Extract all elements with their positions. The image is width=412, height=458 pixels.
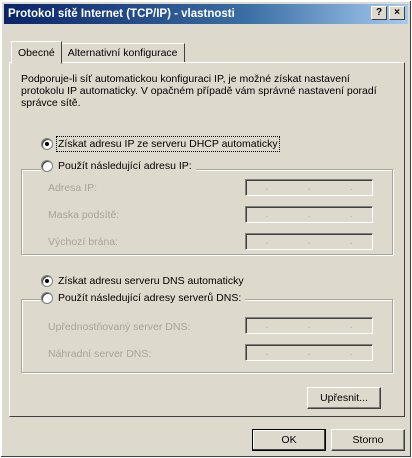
tab-general[interactable]: Obecné	[11, 41, 62, 64]
preferred-dns-label: Upřednostňovaný server DNS:	[48, 321, 191, 333]
radio-selected-dot	[45, 142, 49, 146]
description-text: Podporuje-li síť automatickou konfigurac…	[21, 73, 377, 109]
dns-manual-radio[interactable]	[41, 292, 53, 304]
help-button[interactable]: ?	[371, 6, 387, 20]
ip-address-field[interactable]: ...	[245, 179, 373, 196]
ip-separator: .	[265, 182, 269, 193]
ip-separator: .	[307, 182, 311, 193]
default-gateway-field[interactable]: ...	[245, 233, 373, 250]
ip-auto-label: Získat adresu IP ze serveru DHCP automat…	[56, 136, 280, 152]
tab-strip: Obecné Alternativní konfigurace	[11, 41, 185, 64]
ip-separator: .	[265, 347, 269, 358]
alternate-dns-field[interactable]: ...	[245, 344, 373, 361]
ip-separator: .	[349, 182, 353, 193]
ip-separator: .	[349, 209, 353, 220]
dns-auto-option[interactable]: Získat adresu serveru DNS automaticky	[41, 275, 244, 287]
ip-separator: .	[307, 320, 311, 331]
ip-manual-radio[interactable]	[41, 160, 53, 172]
close-button[interactable]: ×	[389, 6, 405, 20]
dns-auto-label: Získat adresu serveru DNS automaticky	[58, 275, 244, 287]
ip-auto-option[interactable]: Získat adresu IP ze serveru DHCP automat…	[41, 136, 280, 152]
ip-separator: .	[349, 236, 353, 247]
ip-separator: .	[265, 209, 269, 220]
title-bar[interactable]: Protokol sítě Internet (TCP/IP) - vlastn…	[4, 4, 408, 24]
subnet-mask-label: Maska podsítě:	[48, 209, 120, 221]
tab-alternate-configuration[interactable]: Alternativní konfigurace	[60, 43, 185, 63]
ok-button[interactable]: OK	[252, 429, 326, 451]
preferred-dns-field[interactable]: ...	[245, 317, 373, 334]
tab-general-label: Obecné	[18, 46, 55, 59]
ip-manual-option[interactable]: Použít následující adresu IP:	[41, 160, 196, 172]
dns-manual-option[interactable]: Použít následující adresy serverů DNS:	[41, 292, 246, 304]
default-gateway-label: Výchozí brána:	[48, 236, 119, 248]
ip-separator: .	[265, 320, 269, 331]
ip-separator: .	[265, 236, 269, 247]
ip-manual-label: Použít následující adresu IP:	[58, 160, 192, 172]
dialog-window: Protokol sítě Internet (TCP/IP) - vlastn…	[0, 0, 412, 458]
ip-separator: .	[349, 347, 353, 358]
dns-manual-label: Použít následující adresy serverů DNS:	[58, 292, 242, 304]
window-title: Protokol sítě Internet (TCP/IP) - vlastn…	[8, 8, 235, 20]
tab-alternate-configuration-label: Alternativní konfigurace	[67, 47, 178, 59]
alternate-dns-label: Náhradní server DNS:	[48, 348, 152, 360]
dns-auto-radio[interactable]	[41, 275, 53, 287]
subnet-mask-field[interactable]: ...	[245, 206, 373, 223]
ip-separator: .	[307, 347, 311, 358]
dns-groupbox	[21, 299, 393, 373]
ip-separator: .	[307, 236, 311, 247]
advanced-button[interactable]: Upřesnit...	[307, 387, 381, 409]
radio-selected-dot	[45, 279, 49, 283]
ip-address-label: Adresa IP:	[48, 182, 98, 194]
ip-separator: .	[307, 209, 311, 220]
ip-separator: .	[349, 320, 353, 331]
ip-auto-radio[interactable]	[41, 138, 53, 150]
title-bar-buttons: ? ×	[371, 6, 405, 20]
cancel-button[interactable]: Storno	[331, 429, 405, 451]
